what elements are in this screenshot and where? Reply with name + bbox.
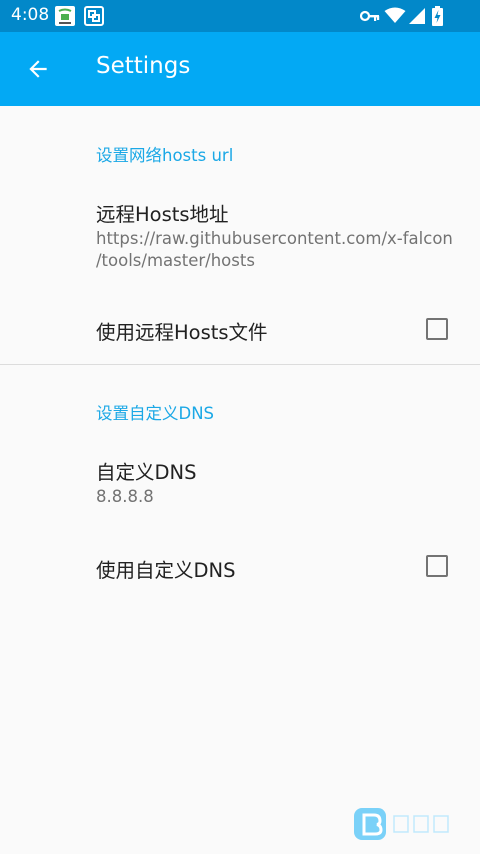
pref-remote-hosts-summary-line1: https://raw.githubusercontent.com/x-falc…	[96, 229, 453, 248]
section-divider	[0, 364, 480, 365]
use-custom-dns-checkbox[interactable]	[426, 555, 448, 577]
pref-remote-hosts-title: 远程Hosts地址	[96, 203, 229, 226]
category-custom-dns: 设置自定义DNS	[96, 404, 215, 423]
pref-custom-dns[interactable]: 自定义DNS 8.8.8.8	[0, 444, 480, 524]
pref-remote-hosts-address[interactable]: 远程Hosts地址 https://raw.githubusercontent.…	[0, 186, 480, 278]
use-remote-hosts-checkbox[interactable]	[426, 318, 448, 340]
pref-use-remote-hosts[interactable]: 使用远程Hosts文件	[0, 298, 480, 362]
vpn-key-icon	[360, 10, 380, 22]
page-title: Settings	[96, 53, 191, 79]
status-time: 4:08	[11, 5, 50, 25]
watermark-logo	[354, 808, 449, 840]
app-notification-icon	[55, 6, 75, 26]
wifi-icon	[384, 7, 406, 23]
status-bar: 4:08	[0, 0, 480, 32]
pref-use-remote-hosts-label: 使用远程Hosts文件	[96, 321, 268, 344]
category-hosts-url: 设置网络hosts url	[96, 146, 234, 165]
pref-custom-dns-title: 自定义DNS	[96, 461, 197, 484]
pref-remote-hosts-summary-line2: /tools/master/hosts	[96, 251, 255, 270]
screenshot-icon	[84, 6, 104, 26]
cell-signal-icon	[409, 8, 425, 24]
back-button[interactable]	[18, 47, 58, 91]
arrow-back-icon	[29, 60, 47, 78]
pref-use-custom-dns-label: 使用自定义DNS	[96, 559, 236, 582]
app-bar: Settings	[0, 32, 480, 106]
pref-custom-dns-summary: 8.8.8.8	[96, 487, 154, 506]
pref-use-custom-dns[interactable]: 使用自定义DNS	[0, 536, 480, 600]
battery-charging-icon	[432, 6, 443, 26]
